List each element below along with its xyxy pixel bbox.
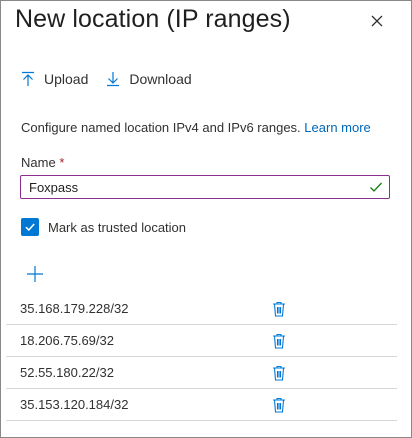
ip-range-value: 52.55.180.22/32 bbox=[20, 365, 114, 380]
download-label: Download bbox=[129, 71, 192, 87]
trusted-location-label: Mark as trusted location bbox=[48, 219, 187, 235]
delete-button[interactable] bbox=[272, 333, 286, 352]
page-title: New location (IP ranges) bbox=[15, 5, 291, 33]
list-item: 35.153.120.184/32 bbox=[6, 389, 397, 421]
checkmark-icon bbox=[25, 223, 35, 232]
new-location-panel: New location (IP ranges) Upload Download… bbox=[0, 0, 412, 438]
checkbox-box[interactable] bbox=[21, 218, 39, 236]
ip-range-value: 35.168.179.228/32 bbox=[20, 301, 129, 316]
description-text: Configure named location IPv4 and IPv6 r… bbox=[21, 120, 301, 135]
list-item: 52.55.180.22/32 bbox=[6, 357, 397, 389]
trusted-location-checkbox[interactable]: Mark as trusted location bbox=[21, 218, 186, 236]
upload-icon bbox=[22, 71, 34, 86]
download-button[interactable]: Download bbox=[106, 71, 192, 87]
ip-range-value: 35.153.120.184/32 bbox=[20, 397, 129, 412]
toolbar: Upload Download bbox=[21, 67, 210, 91]
list-item: 35.168.179.228/32 bbox=[6, 293, 397, 325]
ip-range-list: 35.168.179.228/32 18.206.75.69/32 52.55.… bbox=[6, 293, 397, 421]
name-input[interactable]: Foxpass bbox=[20, 175, 390, 199]
ip-range-value: 18.206.75.69/32 bbox=[20, 333, 114, 348]
name-label: Name * bbox=[21, 155, 64, 170]
trash-icon bbox=[273, 301, 285, 317]
trash-icon bbox=[273, 333, 285, 349]
trash-icon bbox=[273, 397, 285, 413]
delete-button[interactable] bbox=[272, 365, 286, 384]
upload-label: Upload bbox=[44, 71, 89, 87]
add-icon bbox=[27, 266, 43, 282]
list-item: 18.206.75.69/32 bbox=[6, 325, 397, 357]
name-label-text: Name bbox=[21, 155, 56, 170]
delete-button[interactable] bbox=[272, 301, 286, 320]
name-input-value: Foxpass bbox=[29, 179, 79, 195]
upload-button[interactable]: Upload bbox=[21, 71, 88, 87]
valid-check-icon bbox=[370, 182, 382, 192]
close-button[interactable] bbox=[367, 11, 387, 31]
close-icon bbox=[371, 15, 383, 27]
add-range-button[interactable] bbox=[27, 266, 43, 282]
description: Configure named location IPv4 and IPv6 r… bbox=[21, 120, 371, 135]
trash-icon bbox=[273, 365, 285, 381]
delete-button[interactable] bbox=[272, 397, 286, 416]
download-icon bbox=[107, 72, 120, 87]
learn-more-link[interactable]: Learn more bbox=[304, 120, 370, 135]
required-marker: * bbox=[59, 155, 65, 170]
